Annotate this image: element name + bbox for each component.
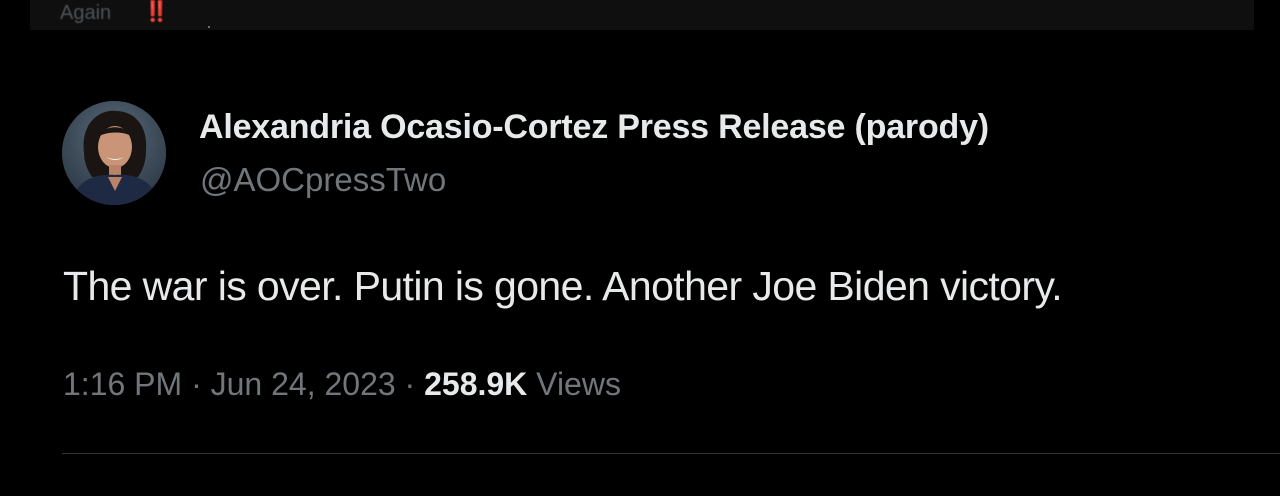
previous-tweet-text: Again <box>60 2 112 24</box>
author-handle[interactable]: @AOCpressTwo <box>200 159 446 201</box>
thread-dot <box>208 26 210 28</box>
divider <box>62 453 1280 454</box>
avatar[interactable] <box>62 101 166 205</box>
views-count[interactable]: 258.9K <box>424 366 527 402</box>
tweet-meta: 1:16 PM · Jun 24, 2023 · 258.9K Views <box>63 362 621 406</box>
tweet-time[interactable]: 1:16 PM <box>63 366 182 402</box>
avatar-image <box>62 101 166 205</box>
tweet-text: The war is over. Putin is gone. Another … <box>63 263 1063 309</box>
double-exclamation-icon: ‼️ <box>144 1 169 23</box>
meta-separator: · <box>191 366 202 402</box>
previous-tweet-strip: Again ‼️ <box>30 0 1254 30</box>
meta-separator: · <box>404 366 416 402</box>
author-name[interactable]: Alexandria Ocasio-Cortez Press Release (… <box>199 106 989 148</box>
views-label[interactable]: Views <box>536 366 621 402</box>
tweet-date[interactable]: Jun 24, 2023 <box>211 366 396 402</box>
